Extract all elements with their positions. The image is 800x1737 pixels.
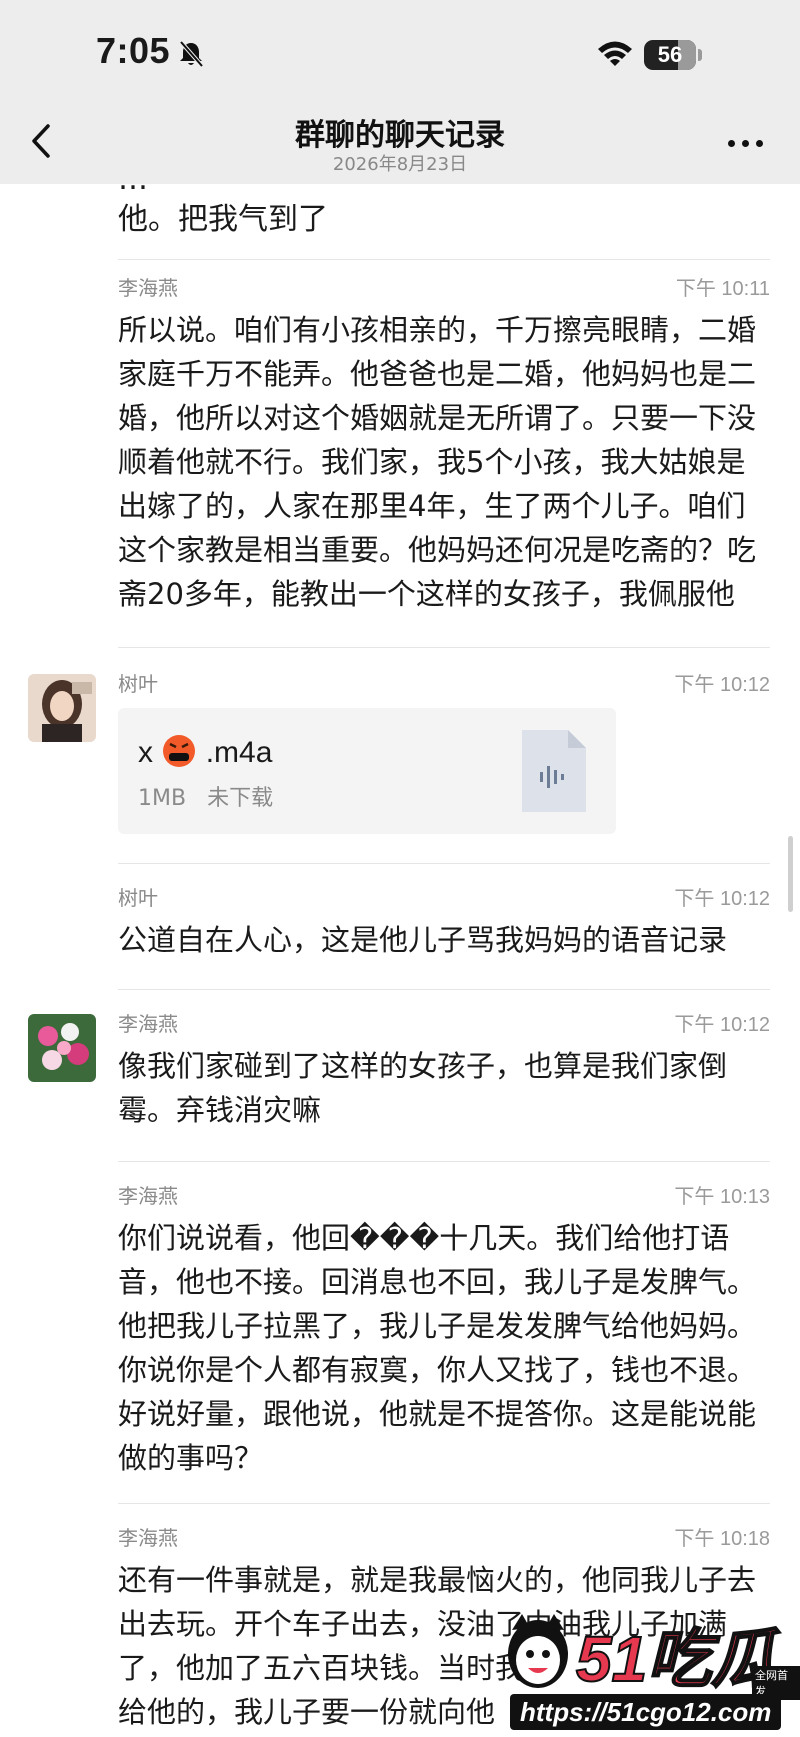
message-divider (118, 1161, 770, 1162)
message-item: 树叶 下午 10:12 公道自在人心，这是他儿子骂我妈妈的语音记录 (0, 878, 800, 988)
more-options-icon[interactable] (726, 128, 766, 158)
nav-bar: 群聊的聊天记录 2026年8月23日 (0, 104, 800, 184)
file-name-suffix: .m4a (205, 736, 273, 769)
message-sender[interactable]: 李海燕 (118, 1180, 178, 1209)
message-time: 下午 10:11 (675, 278, 770, 300)
page-date: 2026年8月23日 (332, 154, 468, 175)
message-divider (118, 989, 770, 990)
message-text: 你们说说看，他回���十几天。我们给他打语 音，他也不接。回消息也不回，我儿子是… (118, 1221, 757, 1475)
message-time: 下午 10:13 (674, 1186, 770, 1208)
file-name: x .m4a (138, 734, 272, 770)
battery-indicator: 56 (644, 40, 696, 70)
status-bar: 7:05 56 (0, 0, 800, 104)
message-time: 下午 10:12 (674, 674, 770, 696)
audio-file-card[interactable]: x .m4a 1MB 未下载 (118, 708, 616, 834)
message-sender[interactable]: 树叶 (118, 668, 158, 697)
message-sender[interactable]: 李海燕 (118, 1522, 178, 1551)
avatar-girl-icon (28, 674, 96, 742)
battery-level: 56 (657, 42, 683, 67)
partial-message-text: 他。把我气到了 (118, 202, 328, 237)
message-text: 公道自在人心，这是他儿子骂我妈妈的语音记录 (118, 923, 728, 957)
wifi-icon (598, 41, 632, 66)
watermark: 51吃瓜 全网首发 https://51cgo12.com (500, 1606, 800, 1737)
message-divider (118, 1503, 770, 1504)
watermark-url: https://51cgo12.com (510, 1694, 782, 1730)
message-sender[interactable]: 李海燕 (118, 1008, 178, 1037)
message-sender[interactable]: 树叶 (118, 882, 158, 911)
watermark-logo: 51吃瓜 (575, 1622, 776, 1696)
battery-nub (698, 49, 702, 61)
message-item: 李海燕 下午 10:13 你们说说看，他回���十几天。我们给他打语 音，他也不… (0, 1176, 800, 1506)
chat-history[interactable]: … 他。把我气到了 李海燕 下午 10:11 所以说。咱们有小孩相亲的，千万擦亮… (0, 184, 800, 1737)
message-sender[interactable]: 李海燕 (118, 272, 178, 301)
status-time: 7:05 (96, 30, 171, 71)
message-divider (118, 259, 770, 260)
message-text: 所以说。咱们有小孩相亲的，千万擦亮眼睛，二婚 家庭千万不能弄。他爸爸也是二婚，他… (118, 313, 757, 611)
audio-file-icon (522, 730, 586, 812)
message-item: 李海燕 下午 10:12 像我们家碰到了这样的女孩子，也算是我们家倒 霉。弃钱消… (0, 1004, 800, 1154)
message-divider (118, 647, 770, 648)
message-time: 下午 10:18 (674, 1528, 770, 1550)
file-size: 1MB (138, 786, 187, 811)
message-divider (118, 863, 770, 864)
watermark-mascot-icon (508, 1614, 568, 1688)
file-download-status: 未下载 (207, 786, 274, 811)
avatar-flowers-icon (28, 1014, 96, 1082)
file-name-prefix: x (138, 736, 153, 769)
bell-off-icon (179, 40, 204, 68)
message-time: 下午 10:12 (674, 888, 770, 910)
message-item: 树叶 下午 10:12 x .m4a 1MB 未下载 (0, 664, 800, 844)
avatar[interactable] (28, 1014, 96, 1082)
file-meta: 1MB 未下载 (138, 780, 273, 812)
angry-emoji-icon (163, 735, 196, 767)
message-time: 下午 10:12 (674, 1014, 770, 1036)
avatar[interactable] (28, 674, 96, 742)
scrollbar[interactable] (788, 836, 793, 912)
page-title: 群聊的聊天记录 (295, 118, 505, 153)
message-text: 像我们家碰到了这样的女孩子，也算是我们家倒 霉。弃钱消灾嘛 (118, 1049, 728, 1127)
